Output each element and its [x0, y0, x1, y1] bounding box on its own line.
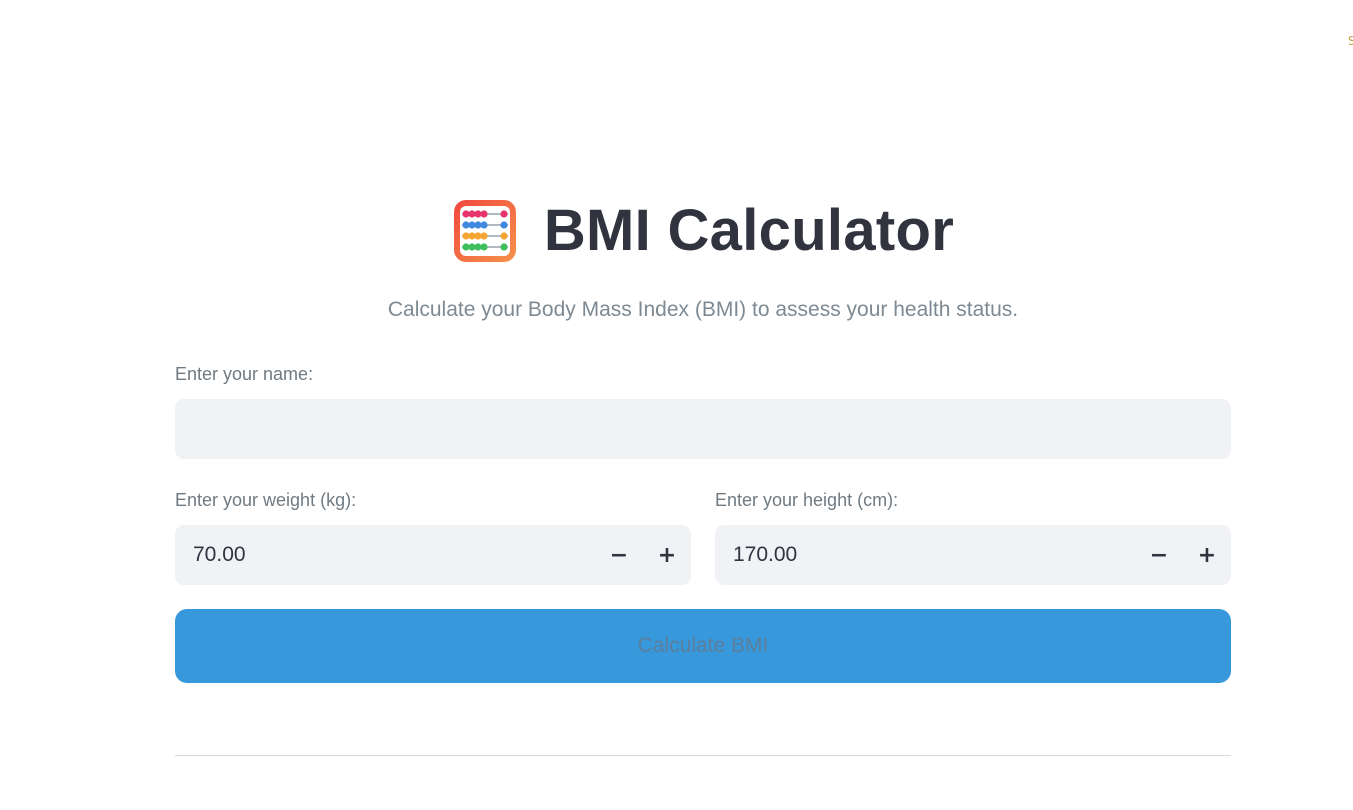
calculate-bmi-button[interactable]: Calculate BMI	[175, 609, 1231, 683]
page-subtitle: Calculate your Body Mass Index (BMI) to …	[387, 298, 1019, 321]
page-header: BMI Calculator	[175, 196, 1231, 266]
height-increment-button[interactable]: +	[1183, 525, 1231, 585]
page: S BMI Calculator Calculate your Body Mas…	[0, 0, 1353, 810]
name-label: Enter your name:	[175, 364, 314, 384]
name-input[interactable]	[175, 399, 1231, 459]
weight-stepper-buttons: − +	[595, 525, 691, 585]
weight-increment-button[interactable]: +	[643, 525, 691, 585]
abacus-icon	[453, 200, 516, 262]
page-title: BMI Calculator	[543, 198, 955, 263]
height-input[interactable]: 170.00	[715, 543, 1135, 567]
height-stepper-buttons: − +	[1135, 525, 1231, 585]
height-stepper: 170.00 − +	[715, 525, 1231, 585]
weight-stepper: 70.00 − +	[175, 525, 691, 585]
status-indicator: S	[1348, 34, 1353, 48]
divider	[175, 755, 1231, 756]
weight-input[interactable]: 70.00	[175, 543, 595, 567]
height-label: Enter your height (cm):	[715, 490, 899, 510]
height-decrement-button[interactable]: −	[1135, 525, 1183, 585]
name-field-container	[175, 399, 1231, 459]
weight-decrement-button[interactable]: −	[595, 525, 643, 585]
weight-label: Enter your weight (kg):	[175, 490, 357, 510]
